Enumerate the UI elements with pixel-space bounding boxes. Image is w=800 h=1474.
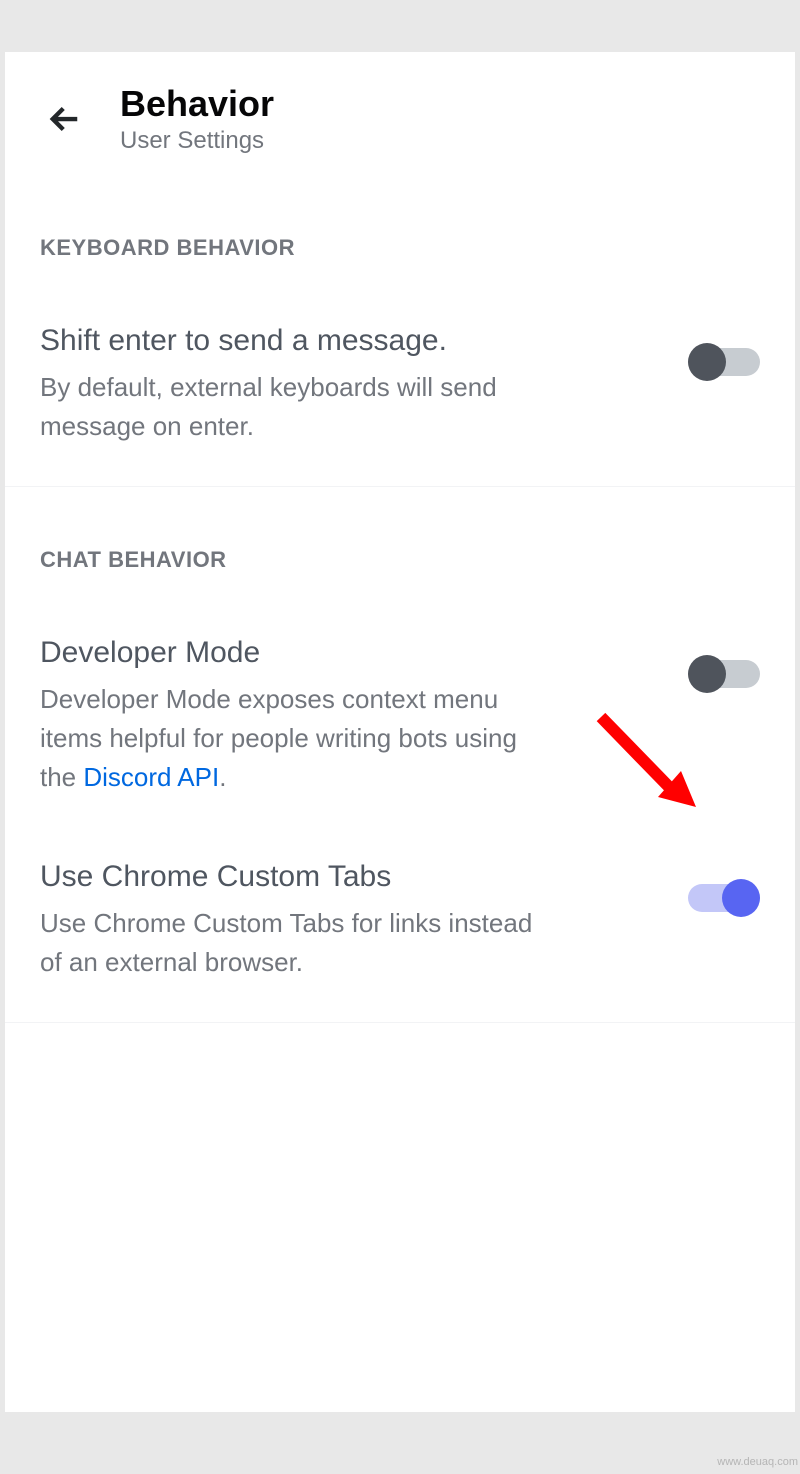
divider [5, 1022, 795, 1023]
setting-description: Developer Mode exposes context menu item… [40, 680, 560, 797]
toggle-thumb [688, 343, 726, 381]
setting-text: Developer Mode Developer Mode exposes co… [40, 633, 560, 797]
discord-api-link[interactable]: Discord API [83, 762, 219, 792]
toggle-thumb [688, 655, 726, 693]
page-header: Behavior User Settings [5, 52, 795, 175]
toggle-thumb [722, 879, 760, 917]
page-title: Behavior [120, 82, 274, 125]
setting-title: Shift enter to send a message. [40, 321, 560, 360]
page-subtitle: User Settings [120, 127, 274, 155]
title-block: Behavior User Settings [120, 82, 274, 155]
developer-mode-setting: Developer Mode Developer Mode exposes co… [40, 603, 760, 827]
settings-page: Behavior User Settings KEYBOARD BEHAVIOR… [5, 52, 795, 1412]
shift-enter-setting: Shift enter to send a message. By defaul… [40, 291, 760, 476]
setting-text: Shift enter to send a message. By defaul… [40, 321, 560, 446]
section-heading: KEYBOARD BEHAVIOR [40, 175, 760, 291]
watermark: www.deuaq.com [717, 1456, 798, 1468]
chrome-tabs-toggle[interactable] [688, 879, 760, 917]
chrome-tabs-setting: Use Chrome Custom Tabs Use Chrome Custom… [40, 827, 760, 1012]
arrow-left-icon [44, 98, 86, 140]
back-button[interactable] [40, 94, 90, 144]
section-heading: CHAT BEHAVIOR [40, 487, 760, 603]
setting-description: Use Chrome Custom Tabs for links instead… [40, 904, 560, 982]
keyboard-behavior-section: KEYBOARD BEHAVIOR Shift enter to send a … [5, 175, 795, 476]
setting-text: Use Chrome Custom Tabs Use Chrome Custom… [40, 857, 560, 982]
setting-title: Developer Mode [40, 633, 560, 672]
setting-description: By default, external keyboards will send… [40, 368, 560, 446]
developer-mode-toggle[interactable] [688, 655, 760, 693]
description-text-post: . [219, 762, 226, 792]
shift-enter-toggle[interactable] [688, 343, 760, 381]
setting-title: Use Chrome Custom Tabs [40, 857, 560, 896]
chat-behavior-section: CHAT BEHAVIOR Developer Mode Developer M… [5, 487, 795, 1012]
